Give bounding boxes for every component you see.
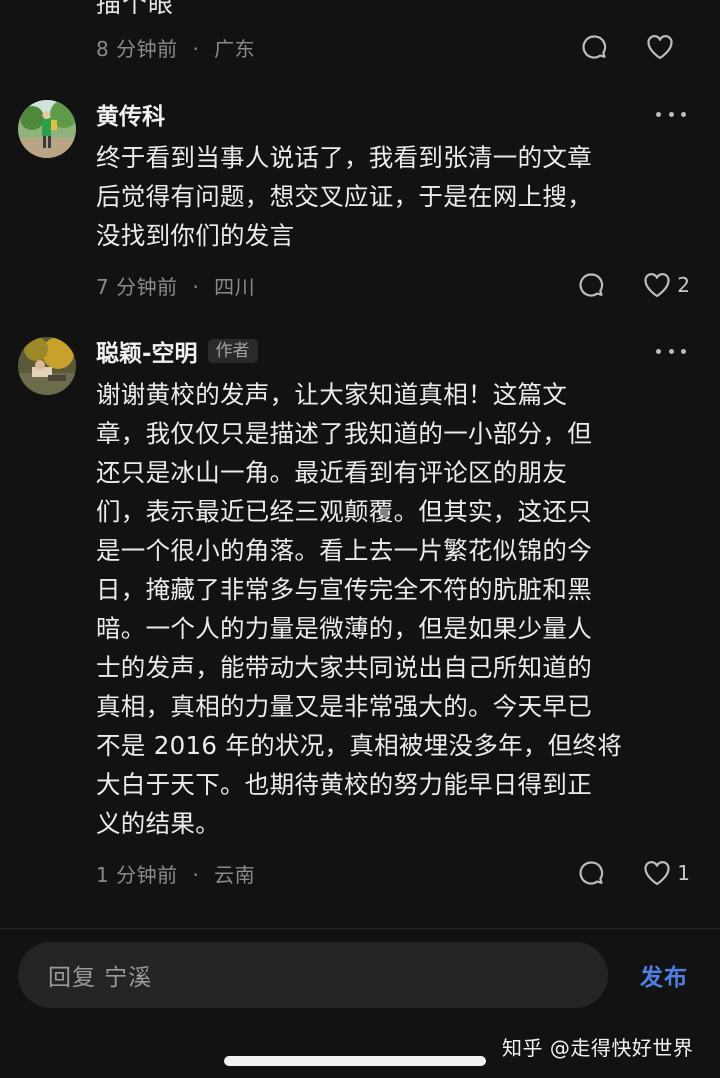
comment-body: 终于看到当事人说话了，我看到张清一的文章 后觉得有问题，想交叉应证，于是在网上搜… (96, 138, 696, 255)
previous-comment-meta: 8 分钟前 · 广东 (96, 32, 690, 62)
avatar[interactable] (18, 337, 76, 395)
author-badge: 作者 (207, 339, 258, 363)
like-button[interactable] (646, 34, 690, 60)
comment-line: 日，掩藏了非常多与宣传完全不符的肮脏和黑 (96, 575, 592, 604)
like-button[interactable]: 1 (643, 860, 690, 886)
comment-bubble-icon (577, 859, 605, 887)
like-button[interactable]: 2 (643, 272, 690, 298)
comment-line: 士的发声，能带动大家共同说出自己所知道的 (96, 653, 592, 682)
avatar-photo (18, 337, 76, 395)
comment-time-location: 1 分钟前 · 云南 (96, 859, 255, 888)
meta-separator: · (192, 274, 200, 299)
comment-line: 章，我仅仅只是描述了我知道的一小部分，但 (96, 419, 592, 448)
reply-button[interactable] (580, 33, 608, 61)
reply-input[interactable]: 回复 宁溪 (48, 958, 152, 992)
previous-comment-text: 描个眼 (96, 0, 175, 18)
comment-time: 7 分钟前 (96, 274, 178, 299)
comment-line: 终于看到当事人说话了，我看到张清一的文章 (96, 143, 592, 172)
reply-input-bar[interactable]: 回复 宁溪 (18, 942, 608, 1008)
reply-button[interactable] (577, 859, 605, 887)
comment-line: 后觉得有问题，想交叉应证，于是在网上搜， (96, 182, 592, 211)
heart-icon (646, 34, 674, 60)
comment-time: 8 分钟前 (96, 36, 178, 61)
comment-line: 真相，真相的力量又是非常强大的。今天早已 (96, 692, 592, 721)
comment-time-location: 8 分钟前 · 广东 (96, 33, 255, 62)
comment-time-location: 7 分钟前 · 四川 (96, 271, 255, 300)
comment-line: 暗。一个人的力量是微薄的，但是如果少量人 (96, 614, 592, 643)
reply-button[interactable] (577, 271, 605, 299)
meta-separator: · (192, 36, 200, 61)
comment-location: 广东 (214, 36, 256, 61)
watermark: 知乎 @走得快好世界 (502, 1036, 694, 1060)
home-indicator[interactable] (224, 1056, 486, 1066)
comment-location: 四川 (214, 274, 256, 299)
comment-line: 大白于天下。也期待黄校的努力能早日得到正 (96, 770, 592, 799)
comment-meta: 1 分钟前 · 云南 1 (96, 858, 690, 888)
author-name[interactable]: 聪颖-空明 (96, 334, 198, 368)
comment-line: 还只是冰山一角。最近看到有评论区的朋友 (96, 458, 568, 487)
more-options-icon[interactable] (656, 109, 686, 119)
comment-line: 谢谢黄校的发声，让大家知道真相！这篇文 (96, 380, 568, 409)
author-name[interactable]: 黄传科 (96, 97, 165, 131)
comment-line: 没找到你们的发言 (96, 221, 295, 250)
comment-time: 1 分钟前 (96, 862, 178, 887)
like-count: 2 (677, 273, 690, 297)
comment-line: 义的结果。 (96, 809, 220, 838)
comment-bubble-icon (580, 33, 608, 61)
comment-author-line: 黄传科 (96, 98, 165, 130)
comment-line: 不是 2016 年的状况，真相被埋没多年，但终将 (96, 731, 623, 760)
heart-icon (643, 860, 671, 886)
comment-body: 谢谢黄校的发声，让大家知道真相！这篇文 章，我仅仅只是描述了我知道的一小部分，但… (96, 375, 696, 843)
divider (0, 928, 720, 929)
comment-location: 云南 (214, 862, 256, 887)
comment-bubble-icon (577, 271, 605, 299)
comment-meta: 7 分钟前 · 四川 2 (96, 270, 690, 300)
comment-author-line: 聪颖-空明 作者 (96, 335, 258, 367)
avatar[interactable] (18, 100, 76, 158)
more-options-icon[interactable] (656, 346, 686, 356)
like-count: 1 (677, 861, 690, 885)
comment-line: 们，表示最近已经三观颠覆。但其实，这还只 (96, 497, 592, 526)
avatar-photo (18, 100, 76, 158)
comment-line: 是一个很小的角落。看上去一片繁花似锦的今 (96, 536, 592, 565)
meta-separator: · (192, 862, 200, 887)
heart-icon (643, 272, 671, 298)
publish-button[interactable]: 发布 (640, 958, 688, 992)
